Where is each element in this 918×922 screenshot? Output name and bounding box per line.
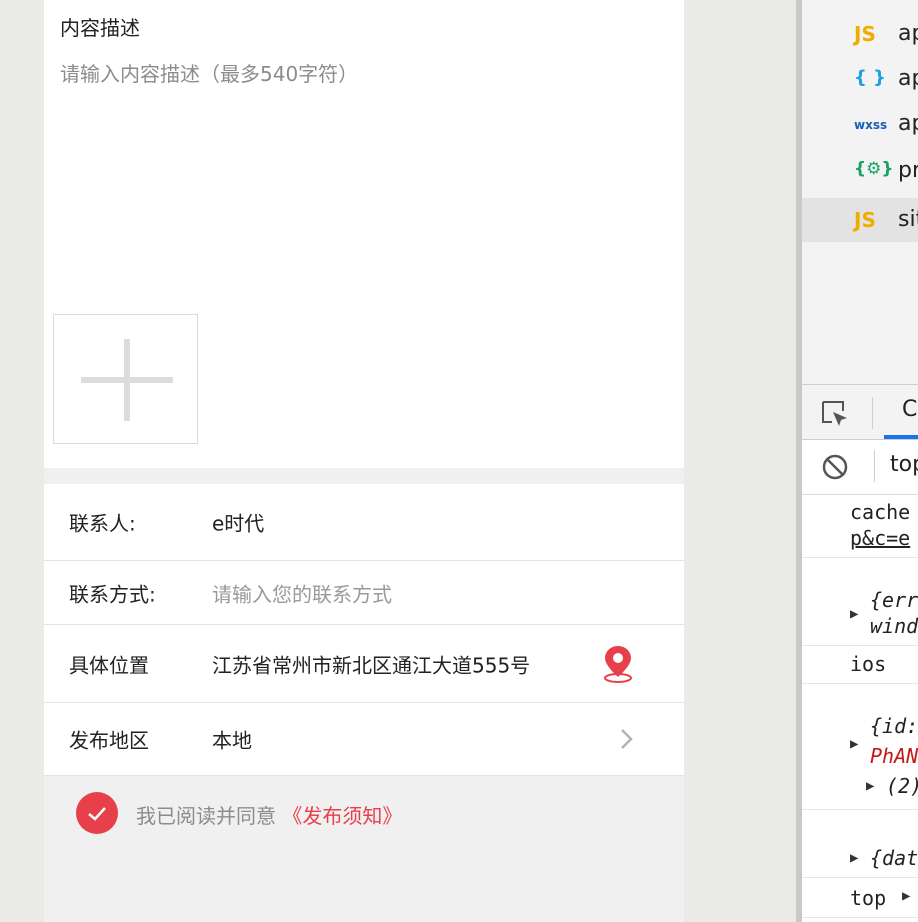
contact-method-row[interactable]: 联系方式: 请输入您的联系方式: [44, 561, 684, 625]
agreement-text: 我已阅读并同意: [136, 804, 276, 828]
map-pin-icon[interactable]: [600, 643, 636, 683]
console-message: cache p&c=e: [802, 494, 918, 558]
region-label: 发布地区: [69, 728, 149, 753]
file-name: ap: [898, 111, 918, 136]
devtools-toolbar: C: [802, 384, 918, 440]
console-message: ▶ {dat: [802, 810, 918, 878]
file-item-selected[interactable]: JS sit: [802, 198, 918, 242]
region-row[interactable]: 发布地区 本地: [44, 703, 684, 776]
file-item[interactable]: wxss ap: [802, 102, 918, 146]
description-section: 内容描述 请输入内容描述（最多540字符）: [44, 0, 684, 468]
contact-method-label: 联系方式:: [69, 582, 156, 606]
contact-form: 联系人: e时代 联系方式: 请输入您的联系方式 具体位置 江苏省常州市新北区通…: [44, 484, 684, 776]
source-link[interactable]: p&c=e: [850, 526, 910, 550]
region-value: 本地: [212, 728, 252, 753]
description-textarea[interactable]: 请输入内容描述（最多540字符）: [60, 58, 358, 87]
tab-console[interactable]: C: [902, 397, 917, 422]
file-name: pr: [898, 158, 918, 183]
checkmark-icon: [88, 807, 106, 821]
chevron-right-icon[interactable]: [616, 727, 636, 751]
console-message: ▶ {err wind: [802, 558, 918, 646]
file-item[interactable]: JS ap: [802, 12, 918, 56]
config-file-icon: {⚙}: [854, 159, 894, 179]
active-tab-indicator: [884, 435, 918, 439]
console-message: ▶ {id: PhAN ▶ (2): [802, 684, 918, 810]
console-message: ios: [802, 646, 918, 684]
expand-triangle-icon[interactable]: ▶: [850, 606, 858, 622]
console-message: top ▶: [802, 878, 918, 918]
wxss-file-icon: wxss: [854, 118, 888, 132]
file-item[interactable]: { } ap: [802, 57, 918, 101]
expand-triangle-icon[interactable]: ▶: [866, 778, 874, 794]
expand-triangle-icon[interactable]: ▶: [850, 736, 858, 752]
contact-person-input[interactable]: e时代: [212, 508, 264, 537]
file-tree: JS ap { } ap wxss ap {⚙} pr JS sit: [802, 0, 918, 384]
add-image-button[interactable]: [53, 314, 198, 444]
publish-notice-link[interactable]: 《发布须知》: [282, 804, 402, 828]
context-selector[interactable]: top: [890, 452, 918, 477]
js-file-icon: JS: [854, 208, 876, 232]
file-name: ap: [898, 21, 918, 46]
clear-console-icon[interactable]: [822, 454, 848, 480]
file-name: ap: [898, 66, 918, 91]
file-item[interactable]: {⚙} pr: [802, 149, 918, 193]
location-label: 具体位置: [69, 653, 149, 677]
expand-triangle-icon[interactable]: ▶: [902, 888, 910, 904]
description-label: 内容描述: [60, 16, 140, 40]
contact-method-input[interactable]: 请输入您的联系方式: [212, 578, 392, 607]
contact-person-label: 联系人:: [69, 511, 136, 536]
js-file-icon: JS: [854, 22, 876, 46]
json-file-icon: { }: [854, 67, 886, 88]
inspect-element-icon[interactable]: [820, 399, 850, 429]
location-row[interactable]: 具体位置 江苏省常州市新北区通江大道555号: [44, 625, 684, 703]
location-value: 江苏省常州市新北区通江大道555号: [212, 653, 531, 677]
console-filter-bar: top: [802, 440, 918, 495]
expand-triangle-icon[interactable]: ▶: [850, 850, 858, 866]
devtools-panel: JS ap { } ap wxss ap {⚙} pr JS sit C: [802, 0, 918, 922]
contact-person-row[interactable]: 联系人: e时代: [44, 484, 684, 561]
phone-preview: 内容描述 请输入内容描述（最多540字符） 联系人: e时代 联系方式: 请输入…: [44, 0, 684, 922]
file-name: sit: [898, 207, 918, 232]
agree-checkbox[interactable]: [76, 792, 118, 834]
